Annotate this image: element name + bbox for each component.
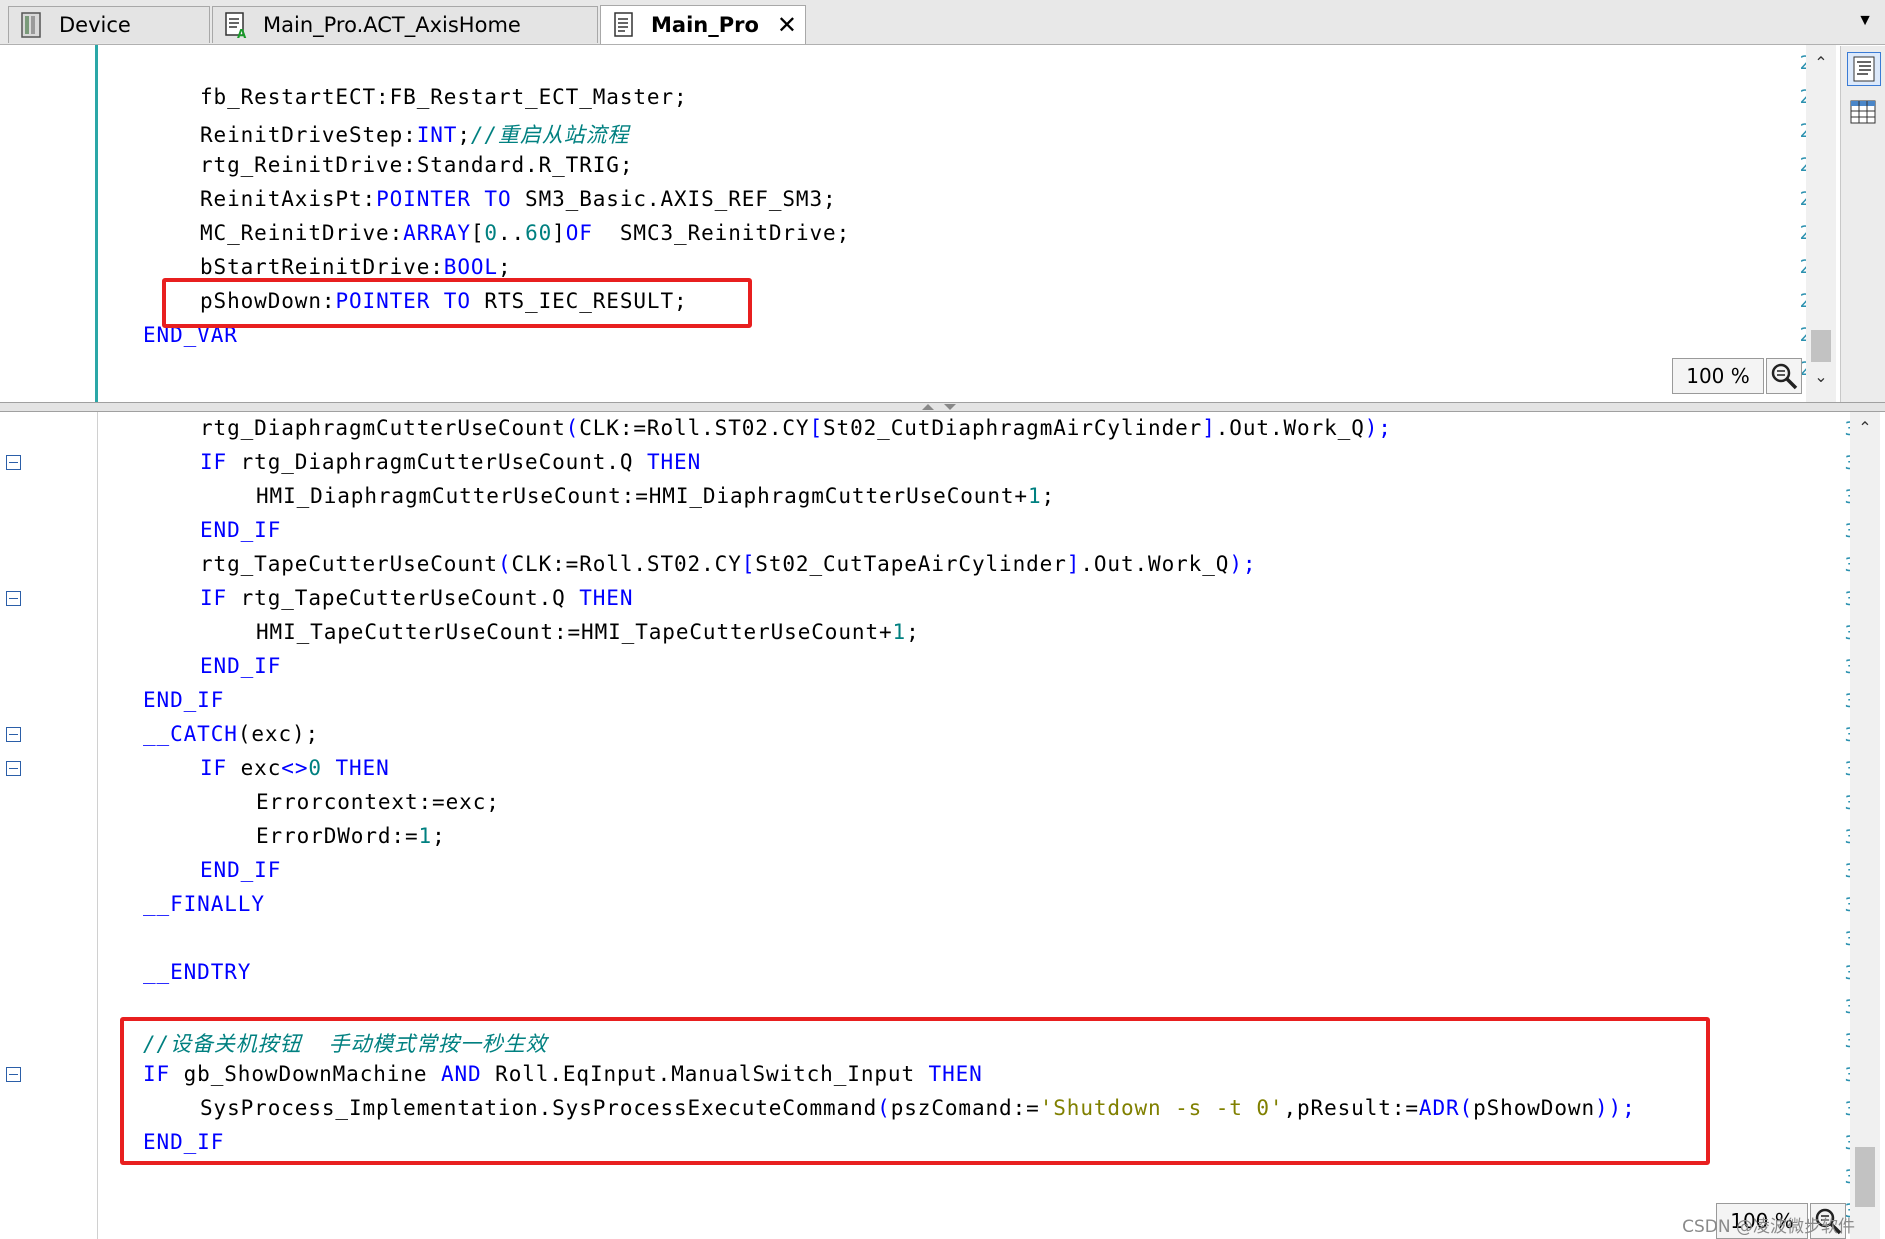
code-line-308[interactable]: END_IF <box>200 518 281 542</box>
action-file-icon: A <box>225 12 247 39</box>
code-line-310[interactable]: IF rtg_TapeCutterUseCount.Q THEN <box>200 586 633 610</box>
code-line-312[interactable]: END_IF <box>200 654 281 678</box>
highlight-box-pshowdown-declaration <box>162 278 752 328</box>
svg-text:A: A <box>237 27 247 39</box>
close-tab-icon[interactable]: ✕ <box>777 11 797 39</box>
code-line-311[interactable]: HMI_TapeCutterUseCount:=HMI_TapeCutterUs… <box>256 620 920 644</box>
code-line-321[interactable]: __ENDTRY <box>143 960 251 984</box>
code-line-306[interactable]: IF rtg_DiaphragmCutterUseCount.Q THEN <box>200 450 701 474</box>
editor-tab-bar: Device A Main_Pro.ACT_AxisHome Main_Pro … <box>0 0 1885 45</box>
code-line-216[interactable]: bStartReinitDrive:BOOL; <box>200 255 512 279</box>
scrollbar-thumb[interactable] <box>1855 1147 1875 1207</box>
tab-main-pro[interactable]: Main_Pro ✕ <box>600 5 806 44</box>
device-icon <box>21 12 41 38</box>
tab-main-pro-act-axishome[interactable]: A Main_Pro.ACT_AxisHome <box>212 6 598 43</box>
zoom-magnifier-icon[interactable] <box>1766 358 1802 394</box>
tab-label: Device <box>59 13 131 37</box>
declaration-pane: 210 211 212 213 214 215 216 217 218 219 … <box>0 45 1840 402</box>
zoom-level[interactable]: 100 % <box>1672 358 1764 394</box>
watermark: CSDN @凌波微步软件 <box>1682 1217 1855 1237</box>
scroll-down-icon[interactable]: ⌄ <box>1806 367 1836 387</box>
code-line-314[interactable]: __CATCH(exc); <box>143 722 319 746</box>
collapse-block-icon[interactable] <box>6 591 21 606</box>
code-line-313[interactable]: END_IF <box>143 688 224 712</box>
code-line-215[interactable]: MC_ReinitDrive:ARRAY[0..60]OF SMC3_Reini… <box>200 221 850 245</box>
highlight-box-shutdown-block <box>120 1017 1710 1165</box>
code-line-211[interactable]: fb_RestartECT:FB_Restart_ECT_Master; <box>200 85 688 109</box>
code-line-318[interactable]: END_IF <box>200 858 281 882</box>
tab-device[interactable]: Device <box>8 6 210 43</box>
pane-splitter[interactable] <box>0 402 1885 412</box>
code-line-307[interactable]: HMI_DiaphragmCutterUseCount:=HMI_Diaphra… <box>256 484 1055 508</box>
bottom-pane-vertical-scrollbar[interactable]: ⌃ <box>1850 412 1880 1239</box>
line-number-gutter <box>0 412 98 1239</box>
code-line-319[interactable]: __FINALLY <box>143 892 265 916</box>
code-line-315[interactable]: IF exc<>0 THEN <box>200 756 390 780</box>
tab-label: Main_Pro <box>651 13 759 37</box>
scroll-up-icon[interactable]: ⌃ <box>1806 53 1836 73</box>
collapse-block-icon[interactable] <box>6 727 21 742</box>
collapse-block-icon[interactable] <box>6 455 21 470</box>
scrollbar-thumb[interactable] <box>1811 330 1831 362</box>
code-line-213[interactable]: rtg_ReinitDrive:Standard.R_TRIG; <box>200 153 633 177</box>
collapse-block-icon[interactable] <box>6 1067 21 1082</box>
implementation-pane: 305 306 307 308 309 310 311 312 313 314 … <box>0 412 1885 1239</box>
pou-file-icon <box>614 12 633 37</box>
tab-label: Main_Pro.ACT_AxisHome <box>263 13 521 37</box>
splitter-arrows-icon[interactable] <box>918 402 962 412</box>
tab-dropdown-icon[interactable]: ▼ <box>1857 12 1873 30</box>
textual-view-icon[interactable] <box>1847 52 1881 86</box>
code-line-305[interactable]: rtg_DiaphragmCutterUseCount(CLK:=Roll.ST… <box>200 416 1392 440</box>
code-line-309[interactable]: rtg_TapeCutterUseCount(CLK:=Roll.ST02.CY… <box>200 552 1256 576</box>
scroll-up-icon[interactable]: ⌃ <box>1850 418 1880 438</box>
line-number-gutter <box>0 45 98 402</box>
code-line-316[interactable]: Errorcontext:=exc; <box>256 790 500 814</box>
tabular-view-icon[interactable] <box>1847 96 1881 130</box>
collapse-block-icon[interactable] <box>6 761 21 776</box>
code-line-317[interactable]: ErrorDWord:=1; <box>256 824 446 848</box>
view-side-toolbar <box>1840 46 1885 402</box>
code-line-212[interactable]: ReinitDriveStep:INT;//重启从站流程 <box>200 119 629 149</box>
code-line-214[interactable]: ReinitAxisPt:POINTER TO SM3_Basic.AXIS_R… <box>200 187 837 211</box>
top-pane-vertical-scrollbar[interactable]: ⌃ ⌄ <box>1806 45 1836 402</box>
